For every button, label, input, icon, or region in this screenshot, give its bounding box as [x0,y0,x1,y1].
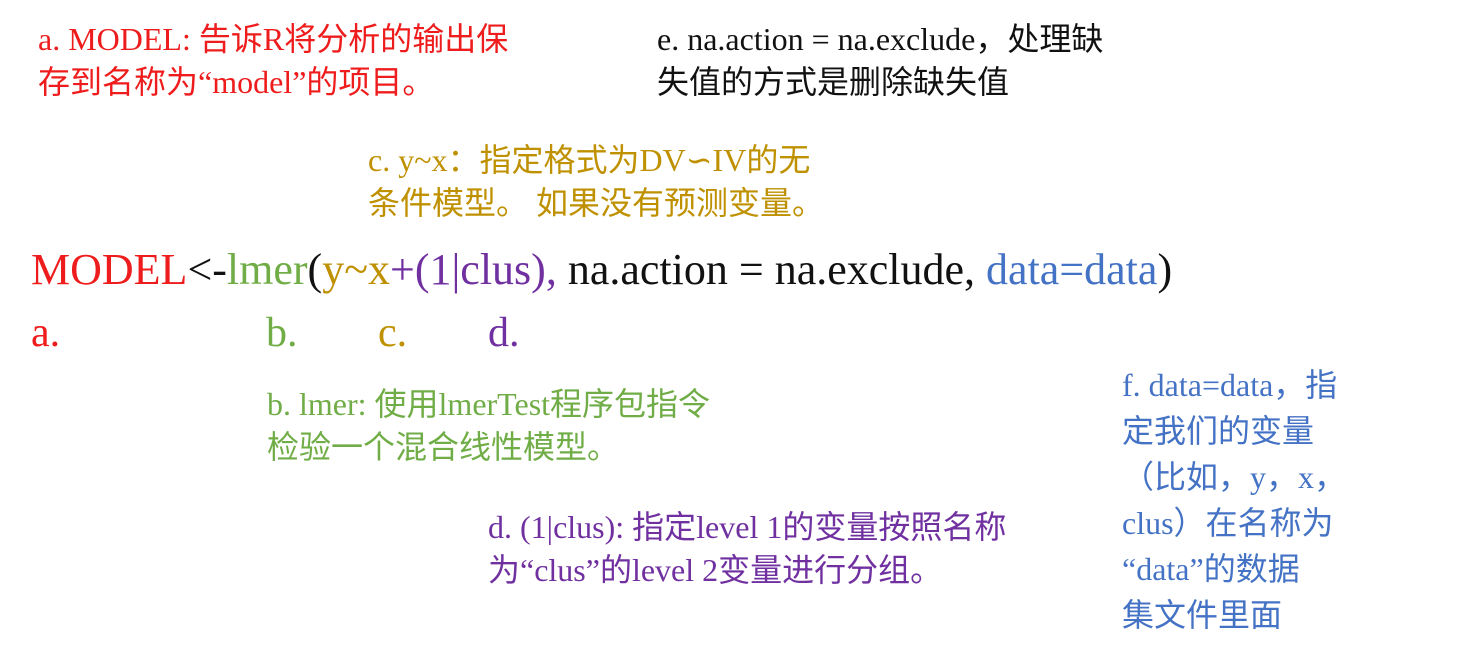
formula-clus-term: (1|clus), [414,245,557,294]
annotation-b-lmer: b. lmer: 使用lmerTest程序包指令 检验一个混合线性模型。 [267,383,710,469]
annotation-b-line-1: b. lmer: 使用lmerTest程序包指令 [267,386,711,422]
formula-lmer: lmer [226,245,308,294]
annotation-f-line-6: 集文件里面 [1122,597,1283,633]
annotation-f-line-2: 定我们的变量 [1122,413,1315,449]
annotation-f-line-5: “data”的数据 [1122,551,1300,587]
annotation-c-formula: c. y~x：指定格式为DV∽IV的无 条件模型。 如果没有预测变量。 [368,139,824,225]
annotation-f-line-4: clus）在名称为 [1122,505,1334,541]
annotation-c-line-1: c. y~x：指定格式为DV∽IV的无 [368,142,811,178]
formula-plus: + [390,245,415,294]
annotation-f-data: f. data=data，指 定我们的变量 （比如，y，x， clus）在名称为… [1122,362,1346,638]
annotation-f-line-3: （比如，y，x， [1122,459,1347,495]
marker-c: c. [378,310,408,356]
annotation-d-line-1: d. (1|clus): 指定level 1的变量按照名称 [488,509,1007,545]
annotation-e-line-2: 失值的方式是删除缺失值 [657,64,1010,100]
annotation-a-line-1: a. MODEL: 告诉R将分析的输出保 [38,21,509,57]
annotation-a-line-2: 存到名称为“model”的项目。 [38,64,435,100]
formula-data-arg: data=data [986,245,1158,294]
formula-model: MODEL [31,245,188,294]
formula-assign: <- [187,245,227,294]
marker-a: a. [31,310,61,356]
annotation-f-line-1: f. data=data，指 [1122,367,1338,403]
formula-yx: y~x [322,245,391,294]
annotation-d-line-2: 为“clus”的level 2变量进行分组。 [488,552,943,588]
formula-na-action: na.action = na.exclude, [556,245,987,294]
formula-close-paren: ) [1157,245,1173,294]
marker-b: b. [266,310,298,356]
annotation-b-line-2: 检验一个混合线性模型。 [267,429,620,465]
formula-open-paren: ( [307,245,323,294]
annotation-a-model: a. MODEL: 告诉R将分析的输出保 存到名称为“model”的项目。 [38,18,508,104]
annotation-e-na-action: e. na.action = na.exclude，处理缺 失值的方式是删除缺失… [657,18,1103,104]
annotation-e-line-1: e. na.action = na.exclude，处理缺 [657,21,1104,57]
annotation-c-line-2: 条件模型。 如果没有预测变量。 [368,185,825,221]
part-markers: a. b. c. d. [0,306,1484,360]
marker-d: d. [488,310,520,356]
r-formula-line: MODEL<-lmer(y~x+(1|clus), na.action = na… [31,240,1172,300]
annotation-d-random-effect: d. (1|clus): 指定level 1的变量按照名称 为“clus”的le… [488,506,1006,592]
